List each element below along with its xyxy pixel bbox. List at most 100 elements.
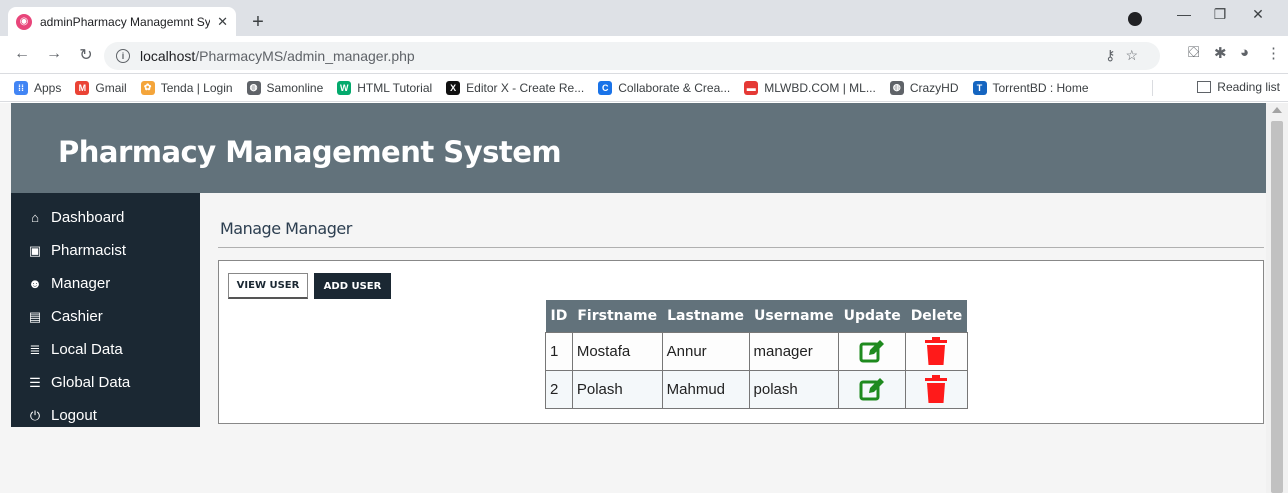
home-icon: ⌂: [31, 210, 39, 225]
bookmark-item[interactable]: ✿ Tenda | Login: [140, 80, 233, 95]
bookmark-favicon-icon: C: [598, 80, 613, 95]
bookmark-label: Gmail: [95, 80, 127, 95]
bookmark-favicon-icon: W: [337, 80, 352, 95]
cell-lastname: Mahmud: [661, 369, 750, 409]
browser-tab[interactable]: ◉ adminPharmacy Managemnt Syst ✕: [8, 7, 236, 36]
bookmark-label: Apps: [34, 80, 62, 95]
bookmark-favicon-icon: ✿: [140, 80, 155, 95]
tab-close-icon[interactable]: ✕: [217, 14, 228, 30]
bookmark-favicon-icon: ⁞⁞: [14, 80, 28, 95]
column-header: Delete: [905, 300, 968, 332]
sidebar-item-label: Logout: [51, 407, 97, 424]
trash-icon[interactable]: [925, 337, 948, 365]
bookmark-star-icon[interactable]: ☆: [1125, 47, 1148, 63]
column-header: Lastname: [662, 300, 750, 332]
reload-icon[interactable]: ↻: [76, 45, 96, 65]
browser-tab-strip: ◉ adminPharmacy Managemnt Syst ✕ + — ❐ ✕: [0, 0, 1288, 36]
url-text: localhost/PharmacyMS/admin_manager.php: [140, 48, 415, 64]
bookmark-item[interactable]: ◍ Samonline: [246, 80, 324, 95]
sidebar-item-label: Global Data: [51, 374, 131, 391]
cell-delete: [905, 369, 968, 409]
bookmark-favicon-icon: M: [75, 80, 90, 95]
bookmark-favicon-icon: ◍: [246, 80, 261, 95]
view-user-button[interactable]: VIEW USER: [228, 273, 308, 299]
url-input[interactable]: i localhost/PharmacyMS/admin_manager.php…: [104, 42, 1160, 70]
extension-icon[interactable]: ⛋: [1188, 44, 1199, 61]
sidebar-item-dashboard[interactable]: ⌂ Dashboard: [11, 201, 200, 234]
bookmark-label: Collaborate & Crea...: [618, 80, 731, 95]
bookmark-label: Editor X - Create Re...: [466, 80, 585, 95]
edit-icon[interactable]: [859, 340, 885, 363]
restore-icon[interactable]: ❐: [1208, 6, 1232, 23]
bookmark-item[interactable]: ▬ MLWBD.COM | ML...: [744, 80, 876, 95]
column-header: Update: [838, 300, 906, 332]
sidebar-item-manager[interactable]: ☻ Manager: [11, 267, 200, 300]
title-divider: [218, 247, 1264, 248]
site-header: Pharmacy Management System: [11, 103, 1266, 193]
bookmark-label: TorrentBD : Home: [992, 80, 1089, 95]
column-header: ID: [545, 300, 573, 332]
scroll-up-icon[interactable]: [1272, 107, 1282, 113]
reading-list-button[interactable]: Reading list: [1197, 80, 1280, 94]
add-user-button[interactable]: ADD USER: [314, 273, 391, 299]
cell-delete: [905, 331, 968, 371]
sidebar-item-label: Pharmacist: [51, 242, 127, 259]
bookmark-label: Samonline: [266, 80, 324, 95]
forward-icon[interactable]: →: [44, 45, 64, 63]
bookmarks-bar: ⁞⁞ Apps M Gmail ✿ Tenda | Login ◍ Samonline W HTM…: [0, 74, 1288, 102]
key-icon[interactable]: ⚷: [1105, 47, 1125, 63]
sidebar-item-label: Cashier: [51, 308, 103, 325]
bookmark-item[interactable]: W HTML Tutorial: [337, 80, 433, 95]
new-tab-button[interactable]: +: [246, 10, 270, 34]
sidebar-item-logout[interactable]: ⏻ Logout: [11, 399, 200, 432]
scrollbar-thumb[interactable]: [1271, 121, 1283, 493]
minimize-icon[interactable]: —: [1172, 6, 1196, 22]
table-row: 2 Polash Mahmud polash: [545, 369, 968, 409]
page-title: Pharmacy Management System: [58, 135, 562, 169]
column-header: Firstname: [572, 300, 663, 332]
window-close-icon[interactable]: ✕: [1246, 6, 1270, 23]
cell-firstname: Mostafa: [571, 331, 663, 371]
bookmark-label: CrazyHD: [909, 80, 959, 95]
user-cog-icon: ☻: [28, 276, 42, 291]
bookmark-favicon-icon: X: [446, 80, 461, 95]
main-content: Manage Manager VIEW USER ADD USER ID Firs…: [200, 193, 1266, 493]
bookmark-label: MLWBD.COM | ML...: [764, 80, 876, 95]
site-info-icon[interactable]: i: [116, 49, 130, 63]
table-row: 1 Mostafa Annur manager: [545, 331, 968, 371]
trash-icon[interactable]: [925, 375, 948, 403]
sidebar-item-pharmacist[interactable]: ▣ Pharmacist: [11, 234, 200, 267]
bookmark-item[interactable]: X Editor X - Create Re...: [446, 80, 585, 95]
bookmark-label: HTML Tutorial: [357, 80, 433, 95]
cell-update: [838, 331, 907, 371]
sidebar-item-label: Manager: [51, 275, 111, 292]
cell-username: polash: [748, 369, 840, 409]
cell-update: [838, 369, 907, 409]
bookmark-item[interactable]: ◍ CrazyHD: [889, 80, 959, 95]
page-scrollbar[interactable]: [1266, 103, 1288, 493]
menu-kebab-icon[interactable]: ⋮: [1266, 44, 1281, 62]
bookmark-label: Tenda | Login: [160, 80, 233, 95]
table-header-row: ID Firstname Lastname Username Update Delete: [545, 300, 968, 332]
bookmark-item[interactable]: M Gmail: [75, 80, 127, 95]
section-title: Manage Manager: [220, 219, 352, 238]
avatar[interactable]: ◕: [1240, 44, 1249, 61]
edit-icon[interactable]: [859, 378, 885, 401]
bookmark-item[interactable]: C Collaborate & Crea...: [598, 80, 731, 95]
reading-list-label: Reading list: [1217, 80, 1280, 94]
bookmark-item[interactable]: T TorrentBD : Home: [972, 80, 1089, 95]
address-bar: ← → ↻ i localhost/PharmacyMS/admin_manag…: [0, 36, 1288, 74]
sidebar-item-local-data[interactable]: ≣ Local Data: [11, 333, 200, 366]
tab-title: adminPharmacy Managemnt Syst: [40, 14, 210, 29]
sidebar-item-global-data[interactable]: ☰ Global Data: [11, 366, 200, 399]
bookmark-item[interactable]: ⁞⁞ Apps: [14, 80, 62, 95]
sidebar-item-label: Dashboard: [51, 209, 125, 226]
back-icon[interactable]: ←: [12, 45, 32, 63]
extensions-puzzle-icon[interactable]: ✱: [1214, 44, 1227, 62]
profile-icon[interactable]: [1128, 12, 1142, 26]
page-viewport: Pharmacy Management System ⌂ Dashboard ▣ Ph…: [0, 103, 1288, 493]
column-header: Username: [749, 300, 839, 332]
bookmark-favicon-icon: T: [972, 80, 987, 95]
cell-firstname: Polash: [571, 369, 663, 409]
sidebar-item-cashier[interactable]: ▤ Cashier: [11, 300, 200, 333]
